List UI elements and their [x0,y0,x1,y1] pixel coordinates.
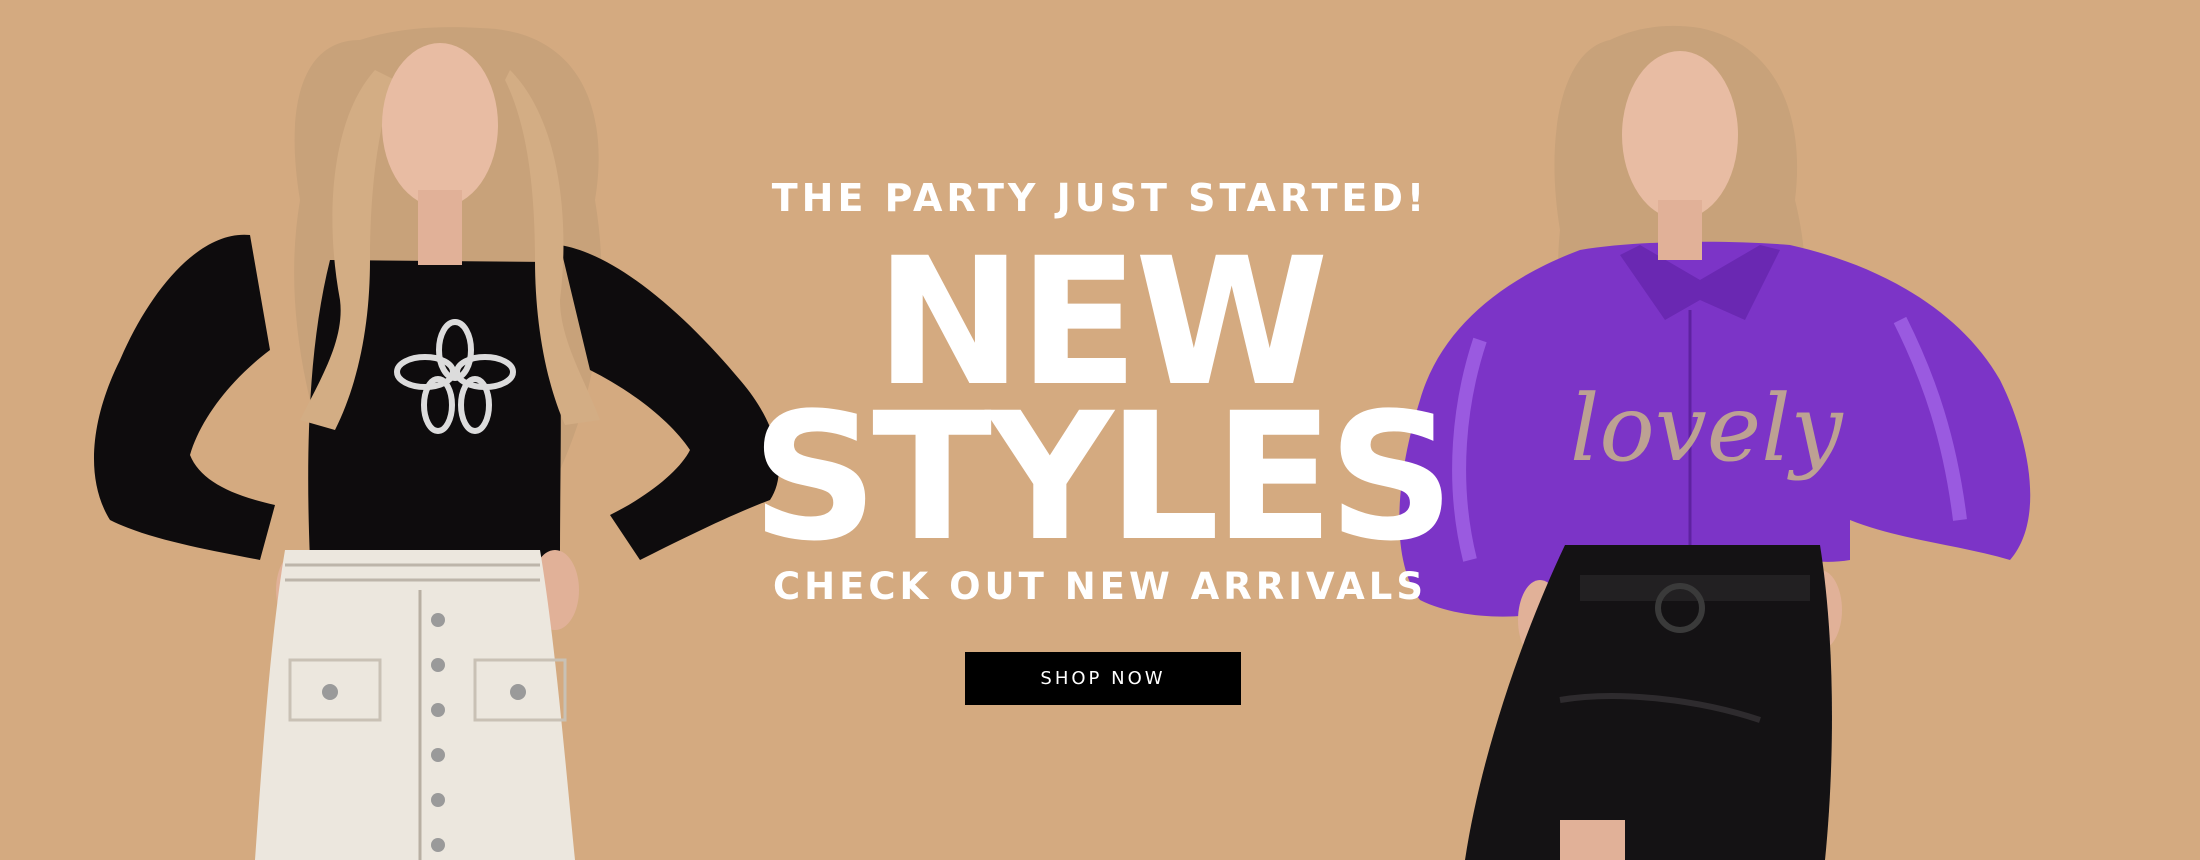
shop-now-button[interactable]: SHOP NOW [965,652,1241,705]
hero-banner[interactable]: lovely THE PARTY JUST STARTED! NEW STYLE… [0,0,2200,860]
headline-line-2: STYLES [751,375,1454,580]
tagline: THE PARTY JUST STARTED! [771,176,1429,220]
subline: CHECK OUT NEW ARRIVALS [772,565,1428,608]
hero-copy: THE PARTY JUST STARTED! NEW STYLES CHECK… [0,0,2200,860]
